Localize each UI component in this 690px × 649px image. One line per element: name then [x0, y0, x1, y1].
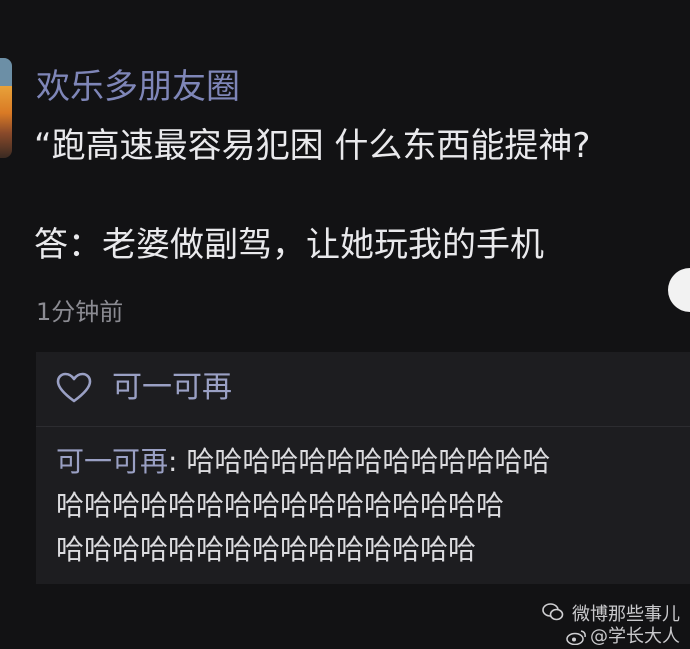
comment-line-3: 哈哈哈哈哈哈哈哈哈哈哈哈哈哈哈 [56, 533, 477, 566]
interaction-panel: 可一可再 可一可再: 哈哈哈哈哈哈哈哈哈哈哈哈哈 哈哈哈哈哈哈哈哈哈哈哈哈哈哈哈… [36, 352, 690, 584]
post-text-line-1: “跑高速最容易犯困 什么东西能提神? [34, 126, 591, 166]
side-float-button[interactable] [668, 268, 690, 312]
post-timestamp: 1分钟前 [36, 298, 124, 326]
post-username[interactable]: 欢乐多朋友圈 [36, 66, 240, 108]
wechat-icon [542, 603, 564, 621]
like-user-name[interactable]: 可一可再 [112, 368, 232, 408]
avatar[interactable] [0, 58, 12, 158]
comment-author[interactable]: 可一可再 [56, 445, 168, 478]
panel-divider [36, 426, 690, 427]
post-text-line-2: 答：老婆做副驾，让她玩我的手机 [34, 225, 544, 265]
comment-separator: : [168, 445, 187, 478]
watermark-handle: @学长大人 [590, 626, 680, 647]
watermark-line-2: @学长大人 [566, 626, 680, 648]
watermark: 微博那些事儿 @学长大人 [566, 604, 680, 648]
likes-row: 可一可再 [36, 352, 690, 424]
comment-text-1: 哈哈哈哈哈哈哈哈哈哈哈哈哈 [186, 445, 551, 478]
weibo-icon [566, 630, 586, 645]
comment[interactable]: 可一可再: 哈哈哈哈哈哈哈哈哈哈哈哈哈 哈哈哈哈哈哈哈哈哈哈哈哈哈哈哈哈 哈哈哈… [56, 440, 690, 584]
comment-line-1: 可一可再: 哈哈哈哈哈哈哈哈哈哈哈哈哈 [56, 440, 690, 484]
heart-outline-icon [56, 372, 92, 403]
comment-line-2: 哈哈哈哈哈哈哈哈哈哈哈哈哈哈哈哈 [56, 489, 505, 522]
watermark-line-1: 微博那些事儿 [572, 604, 680, 625]
